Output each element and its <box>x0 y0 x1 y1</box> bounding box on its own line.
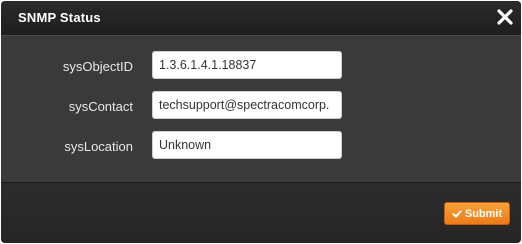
sysobjectid-row: sysObjectID <box>1 51 521 83</box>
sysobjectid-label: sysObjectID <box>62 59 133 74</box>
dialog-footer <box>1 182 521 243</box>
close-icon[interactable] <box>495 6 515 28</box>
syslocation-row: sysLocation <box>1 131 521 163</box>
dialog-title-bar: SNMP Status <box>1 1 521 36</box>
syscontact-label: sysContact <box>68 99 133 114</box>
sysobjectid-field[interactable] <box>152 51 342 79</box>
submit-label: Submit <box>464 207 503 220</box>
submit-button[interactable]: Submit <box>444 202 510 225</box>
syscontact-row: sysContact <box>1 91 521 123</box>
dialog-body: sysObjectID sysContact sysLocation <box>1 36 521 182</box>
syslocation-label: sysLocation <box>64 139 133 154</box>
snmp-status-dialog: SNMP Status sysObjectID sysContact sysLo… <box>1 1 521 243</box>
checkmark-icon <box>452 209 462 219</box>
syslocation-field[interactable] <box>152 131 342 159</box>
dialog-title: SNMP Status <box>18 10 101 25</box>
syscontact-field[interactable] <box>152 91 342 119</box>
